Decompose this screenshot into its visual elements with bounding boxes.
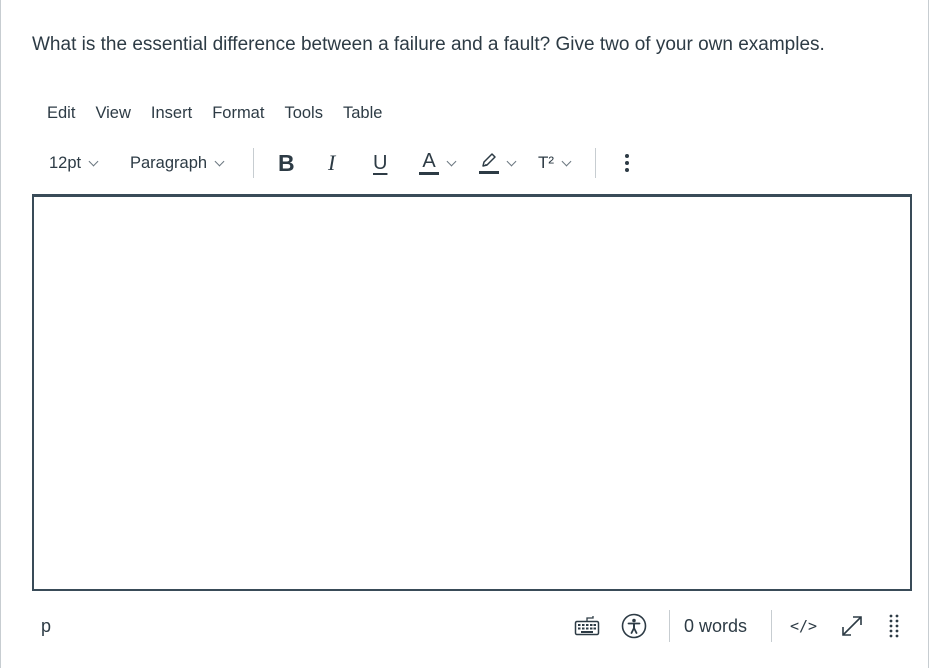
resize-handle[interactable] (888, 612, 900, 640)
toolbar-divider (595, 148, 596, 178)
bold-button[interactable]: B (278, 146, 295, 180)
keyboard-shortcuts-button[interactable] (574, 612, 600, 640)
accessibility-icon (621, 613, 647, 639)
vertical-ellipsis-icon (625, 154, 629, 172)
menu-insert[interactable]: Insert (151, 104, 192, 123)
fullscreen-icon (842, 616, 862, 636)
resize-grip-icon (889, 614, 899, 638)
menu-format[interactable]: Format (212, 104, 264, 123)
editor-statusbar: p 0 words </> (32, 606, 912, 646)
menu-table[interactable]: Table (343, 104, 382, 123)
chevron-down-icon (88, 156, 99, 166)
statusbar-divider (669, 610, 670, 642)
underline-button[interactable]: U (373, 146, 387, 180)
superscript-icon: T² (538, 153, 555, 172)
more-tools-button[interactable] (623, 146, 631, 180)
font-size-dropdown[interactable]: 12pt (49, 146, 99, 180)
menu-view[interactable]: View (95, 104, 130, 123)
menu-edit[interactable]: Edit (47, 104, 75, 123)
font-size-value: 12pt (49, 153, 82, 172)
highlighter-icon (479, 152, 499, 174)
rich-text-editor-area[interactable] (32, 194, 912, 591)
chevron-down-icon (214, 156, 225, 166)
highlight-color-bar (479, 171, 499, 174)
editor-menubar: Edit View Insert Format Tools Table (47, 104, 402, 123)
element-path[interactable]: p (41, 616, 51, 637)
text-color-bar (419, 172, 439, 175)
toolbar-divider (253, 148, 254, 178)
superscript-dropdown[interactable]: T² (538, 146, 572, 180)
question-text: What is the essential difference between… (32, 34, 825, 55)
statusbar-divider (771, 610, 772, 642)
html-editor-toggle[interactable]: </> (790, 612, 817, 640)
italic-button[interactable]: I (328, 146, 335, 180)
chevron-down-icon (506, 156, 517, 166)
block-format-dropdown[interactable]: Paragraph (130, 146, 225, 180)
editor-toolbar: 12pt Paragraph B I U A T² (47, 146, 647, 180)
chevron-down-icon (561, 156, 572, 166)
block-format-value: Paragraph (130, 153, 208, 172)
rce-frame: What is the essential difference between… (0, 0, 929, 668)
highlight-color-button[interactable] (479, 146, 517, 180)
text-color-button[interactable]: A (419, 146, 457, 180)
text-color-icon: A (419, 151, 439, 175)
chevron-down-icon (446, 156, 457, 166)
keyboard-icon (574, 616, 600, 636)
fullscreen-button[interactable] (840, 612, 864, 640)
accessibility-checker-button[interactable] (621, 612, 647, 640)
menu-tools[interactable]: Tools (284, 104, 323, 123)
word-count[interactable]: 0 words (684, 612, 747, 640)
